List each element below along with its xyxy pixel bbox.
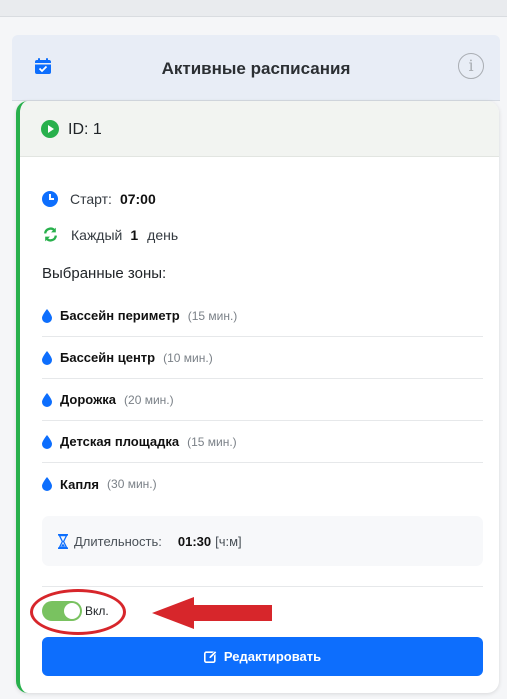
list-item: Капля (30 мин.): [42, 463, 483, 505]
panel-header: Активные расписания i: [12, 35, 500, 101]
repeat-row: Каждый 1 день: [42, 226, 178, 243]
every-unit: день: [147, 226, 179, 243]
start-value: 07:00: [119, 191, 156, 207]
zone-name: Бассейн периметр: [60, 308, 180, 323]
list-item: Бассейн периметр (15 мин.): [42, 295, 483, 337]
edit-button[interactable]: Редактировать: [42, 637, 483, 676]
duration-label: Длительность:: [74, 533, 162, 549]
zone-name: Детская площадка: [60, 434, 180, 449]
page-title: Активные расписания: [161, 59, 351, 78]
droplet-icon: [42, 477, 52, 491]
every-label: Каждый: [71, 226, 123, 243]
zone-name: Бассейн центр: [60, 350, 156, 365]
duration-value: 01:30: [177, 533, 212, 549]
droplet-icon: [42, 350, 52, 365]
annotation-circle: [30, 589, 126, 635]
droplet-icon: [42, 434, 52, 449]
every-value: 1: [130, 226, 139, 243]
pen-square-icon: [203, 650, 217, 663]
zone-time: (10 мин.): [163, 350, 213, 365]
duration-unit: [ч:м]: [215, 533, 242, 549]
droplet-icon: [42, 308, 52, 323]
divider: [42, 586, 483, 587]
list-item: Бассейн центр (10 мин.): [42, 337, 483, 379]
zones-title: Выбранные зоны:: [42, 265, 167, 282]
start-label: Старт:: [70, 191, 112, 207]
schedule-id: ID: 1: [68, 121, 102, 138]
list-item: Детская площадка (15 мин.): [42, 421, 483, 463]
clock-icon: [42, 191, 58, 207]
droplet-icon: [42, 392, 52, 407]
annotation-arrow-icon: [152, 597, 272, 629]
hourglass-icon: [58, 533, 68, 549]
schedule-card-header: ID: 1: [20, 101, 499, 157]
play-circle-icon: [41, 120, 59, 138]
start-row: Старт: 07:00: [42, 191, 156, 207]
zone-time: (30 мин.): [107, 477, 157, 491]
info-circle-icon[interactable]: i: [458, 53, 484, 79]
zone-time: (20 мин.): [124, 392, 174, 407]
list-item: Дорожка (20 мин.): [42, 379, 483, 421]
zone-name: Капля: [60, 476, 100, 492]
sync-icon: [44, 227, 57, 242]
zone-time: (15 мин.): [187, 308, 238, 323]
duration-box: Длительность: 01:30 [ч:м]: [42, 516, 483, 566]
zone-name: Дорожка: [60, 392, 117, 407]
edit-button-label: Редактировать: [223, 649, 322, 664]
zone-time: (15 мин.): [187, 434, 237, 449]
